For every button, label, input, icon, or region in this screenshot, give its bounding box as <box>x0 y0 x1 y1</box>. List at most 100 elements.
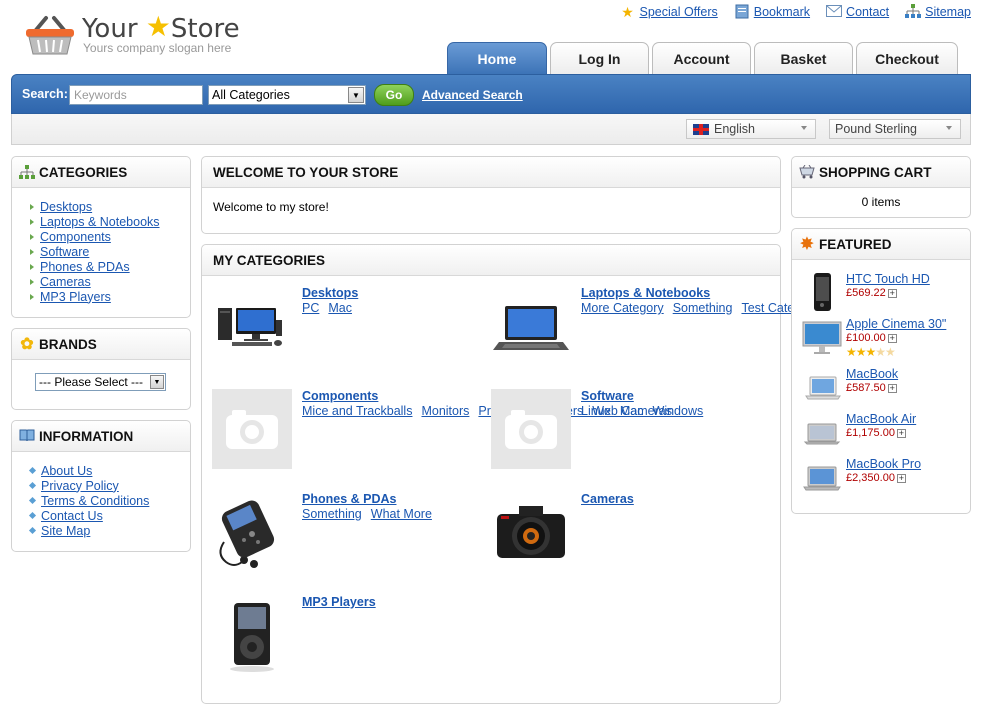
tab-checkout[interactable]: Checkout <box>856 42 958 75</box>
sitemap-link[interactable]: Sitemap <box>905 4 971 20</box>
brands-box: ✿ BRANDS --- Please Select --- ▼ <box>11 328 191 410</box>
category-link-cameras[interactable]: Cameras <box>581 492 634 506</box>
welcome-text: Welcome to my store! <box>213 200 329 214</box>
book-icon <box>19 429 35 445</box>
advanced-search-link[interactable]: Advanced Search <box>422 88 523 102</box>
tab-login[interactable]: Log In <box>550 42 649 75</box>
list-item: MP3 Players <box>30 289 190 304</box>
diamond-bullet-icon <box>28 496 37 505</box>
arrow-bullet-icon <box>30 293 34 300</box>
phone-image[interactable] <box>212 492 292 572</box>
special-offers-link[interactable]: ★ Special Offers <box>619 4 718 20</box>
flower-icon: ✿ <box>20 336 34 353</box>
featured-box: ✸ FEATURED HTC Touch HD £569.22 + Apple C… <box>791 228 971 514</box>
welcome-header: WELCOME TO YOUR STORE <box>202 157 780 188</box>
star-icon: ★ <box>621 4 634 20</box>
desktop-computer-image[interactable] <box>212 286 292 366</box>
category-select[interactable]: All Categories ▼ <box>208 85 366 105</box>
tab-home[interactable]: Home <box>447 42 547 75</box>
information-header: INFORMATION <box>12 421 190 452</box>
camera-image[interactable] <box>491 492 571 572</box>
category-link-mp3[interactable]: MP3 Players <box>302 595 376 609</box>
diamond-bullet-icon <box>28 481 37 490</box>
subcategory-list: Something What More <box>302 507 432 521</box>
list-item: Contact Us <box>28 508 190 523</box>
category-card-phones: Phones & PDAs Something What More <box>212 492 482 582</box>
arrow-bullet-icon <box>30 263 34 270</box>
category-link-phones[interactable]: Phones & PDAs <box>302 492 396 506</box>
featured-product-link[interactable]: MacBook Pro <box>846 457 921 471</box>
my-categories-header: MY CATEGORIES <box>202 245 780 276</box>
search-input[interactable] <box>69 85 203 105</box>
featured-product-link[interactable]: MacBook Air <box>846 412 916 426</box>
htc-phone-image[interactable] <box>802 272 842 312</box>
featured-product-link[interactable]: HTC Touch HD <box>846 272 930 286</box>
rating-stars: ★★★★★ <box>846 345 896 359</box>
featured-product-link[interactable]: MacBook <box>846 367 898 381</box>
diamond-bullet-icon <box>28 466 37 475</box>
list-item: Phones & PDAs <box>30 259 190 274</box>
add-to-cart-icon[interactable]: + <box>887 333 897 343</box>
featured-item: MacBook Air £1,175.00 + <box>802 412 967 456</box>
shopping-cart-header: SHOPPING CART <box>792 157 970 188</box>
bookmark-link[interactable]: Bookmark <box>734 4 810 20</box>
category-link-software[interactable]: Software <box>581 389 634 403</box>
search-label: Search: <box>22 87 68 101</box>
brands-header: ✿ BRANDS <box>12 329 190 360</box>
macbook-air-image[interactable] <box>802 412 842 452</box>
category-card-cameras: Cameras <box>491 492 761 582</box>
camera-placeholder-image[interactable] <box>212 389 292 469</box>
category-card-software: Software Linux Mac Windows <box>491 389 761 479</box>
cart-summary: 0 items <box>861 195 901 209</box>
cart-icon <box>799 164 815 181</box>
store-logo[interactable]: Your ★Store Yours company slogan here <box>24 10 264 62</box>
category-link-components[interactable]: Components <box>302 389 378 403</box>
search-bar: Search: All Categories▼ Go Advanced Sear… <box>11 74 971 114</box>
tab-account[interactable]: Account <box>652 42 751 75</box>
subcategory-list: Linux Mac Windows <box>581 404 704 418</box>
category-link-laptops[interactable]: Laptops & Notebooks <box>581 286 710 300</box>
add-to-cart-icon[interactable]: + <box>887 288 897 298</box>
arrow-bullet-icon <box>30 233 34 240</box>
sitemap-icon <box>905 4 922 20</box>
cinema-display-image[interactable] <box>802 317 842 357</box>
burst-icon: ✸ <box>800 236 814 253</box>
caret-down-icon <box>801 126 807 130</box>
contact-link[interactable]: Contact <box>826 4 889 20</box>
category-link-desktops[interactable]: Desktops <box>302 286 358 300</box>
basket-logo-icon <box>26 16 74 55</box>
featured-price: £100.00 + <box>846 332 897 344</box>
mp3-player-image[interactable] <box>212 595 292 675</box>
my-categories-box: MY CATEGORIES Desktops PC Mac Laptops & N… <box>201 244 819 704</box>
list-item: Cameras <box>30 274 190 289</box>
tab-basket[interactable]: Basket <box>754 42 853 75</box>
camera-placeholder-image[interactable] <box>491 389 571 469</box>
arrow-bullet-icon <box>30 248 34 255</box>
add-to-cart-icon[interactable]: + <box>896 473 906 483</box>
laptop-image[interactable] <box>491 286 571 366</box>
list-item: Laptops & Notebooks <box>30 214 190 229</box>
list-item: Desktops <box>30 199 190 214</box>
macbook-image[interactable] <box>802 367 842 407</box>
categories-box: CATEGORIES Desktops Laptops & Notebooks … <box>11 156 191 318</box>
list-item: Site Map <box>28 523 190 538</box>
featured-product-link[interactable]: Apple Cinema 30" <box>846 317 946 331</box>
logo-star-icon: ★ <box>145 10 171 43</box>
go-button[interactable]: Go <box>374 84 414 106</box>
category-list: Desktops Laptops & Notebooks Components … <box>12 188 190 304</box>
uk-flag-icon <box>693 124 709 135</box>
shopping-cart-box: SHOPPING CART 0 items <box>791 156 971 218</box>
settings-bar: English Pound Sterling <box>11 114 971 145</box>
macbook-pro-image[interactable] <box>802 457 842 497</box>
add-to-cart-icon[interactable]: + <box>887 383 897 393</box>
tree-icon <box>19 165 35 181</box>
featured-item: HTC Touch HD £569.22 + <box>802 272 967 316</box>
language-select[interactable]: English <box>686 119 816 139</box>
mail-icon <box>826 4 843 20</box>
subcategory-list: PC Mac <box>302 301 352 315</box>
add-to-cart-icon[interactable]: + <box>896 428 906 438</box>
currency-select[interactable]: Pound Sterling <box>829 119 961 139</box>
featured-price: £1,175.00 + <box>846 427 906 439</box>
brand-select[interactable]: --- Please Select --- ▼ <box>35 373 166 391</box>
list-item: Privacy Policy <box>28 478 190 493</box>
